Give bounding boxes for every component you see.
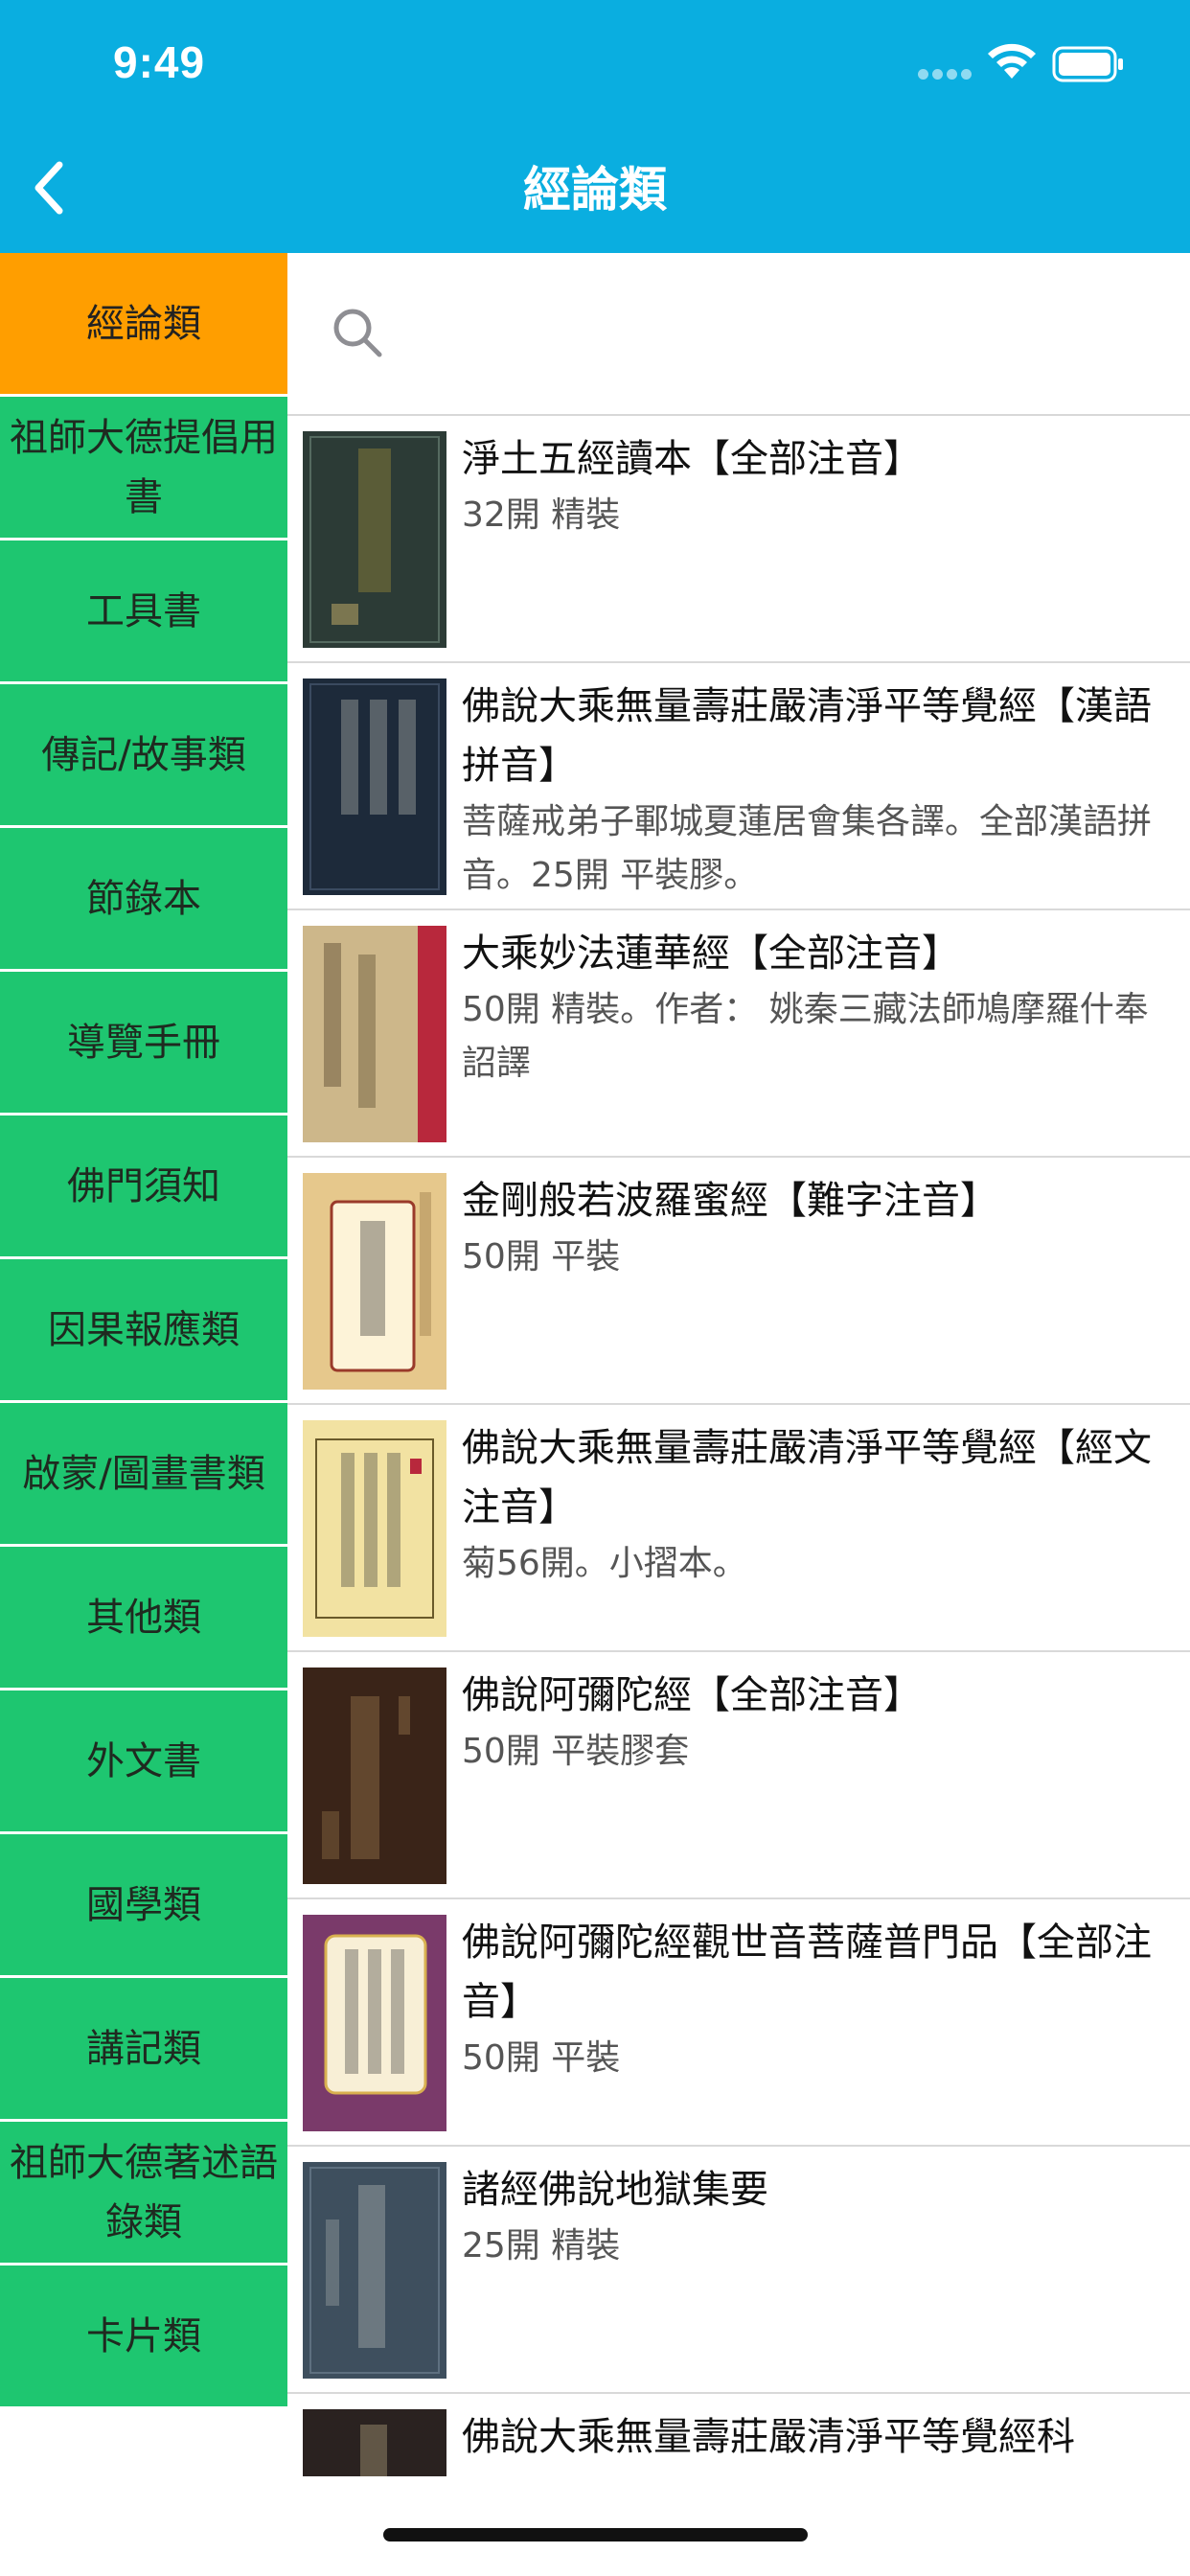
- sidebar-item-karma[interactable]: 因果報應類: [0, 1259, 287, 1403]
- sidebar-item-label: 導覽手冊: [67, 1020, 220, 1065]
- book-cover-image: [303, 926, 446, 1142]
- sidebar-item-sutras[interactable]: 經論類: [0, 253, 287, 397]
- book-cover-image: [303, 1668, 446, 1884]
- home-indicator: [383, 2528, 808, 2542]
- sidebar-item-label: 祖師大德著述語錄類: [10, 2140, 278, 2244]
- sidebar-item-label: 佛門須知: [67, 1163, 220, 1208]
- sidebar-item-cards[interactable]: 卡片類: [0, 2266, 287, 2409]
- book-description: 32開 精裝: [462, 495, 621, 535]
- sidebar-item-guides[interactable]: 導覽手冊: [0, 972, 287, 1116]
- sidebar-item-label: 祖師大德提倡用書: [10, 415, 278, 519]
- sidebar-item-buddhist-notes[interactable]: 佛門須知: [0, 1116, 287, 1259]
- list-item[interactable]: 佛說阿彌陀經【全部注音】 50開 平裝膠套: [287, 1652, 1190, 1899]
- book-title: 佛說大乘無量壽莊嚴清淨平等覺經科: [462, 2415, 1075, 2459]
- list-item[interactable]: 金剛般若波羅蜜經【難字注音】 50開 平裝: [287, 1158, 1190, 1405]
- sidebar-item-label: 國學類: [86, 1882, 201, 1927]
- book-title: 大乘妙法蓮華經【全部注音】: [462, 932, 960, 976]
- book-cover-image: [303, 1420, 446, 1637]
- sidebar-item-label: 工具書: [86, 588, 201, 633]
- book-cover-image: [303, 431, 446, 648]
- sidebar-item-others[interactable]: 其他類: [0, 1547, 287, 1690]
- list-item[interactable]: 諸經佛說地獄集要 25開 精裝: [287, 2147, 1190, 2394]
- sidebar-item-lectures[interactable]: 講記類: [0, 1978, 287, 2122]
- sidebar-item-reference[interactable]: 工具書: [0, 540, 287, 684]
- battery-icon: [1052, 46, 1123, 82]
- sidebar-item-label: 因果報應類: [48, 1307, 240, 1352]
- navigation-header: 9:49 經論類: [0, 0, 1190, 253]
- book-description: 50開 平裝: [462, 1237, 621, 1276]
- book-description: 50開 平裝: [462, 2038, 621, 2078]
- sidebar-item-label: 經論類: [86, 301, 201, 346]
- cellular-signal-icon: [918, 69, 973, 82]
- book-title: 佛說大乘無量壽莊嚴清淨平等覺經【漢語拼音】: [462, 684, 1152, 788]
- list-item[interactable]: 淨土五經讀本【全部注音】 32開 精裝: [287, 416, 1190, 663]
- book-title: 金剛般若波羅蜜經【難字注音】: [462, 1179, 998, 1223]
- search-bar: [287, 253, 1190, 416]
- book-cover-image: [303, 678, 446, 895]
- book-title: 佛說大乘無量壽莊嚴清淨平等覺經【經文注音】: [462, 1426, 1152, 1530]
- sidebar-item-foreign[interactable]: 外文書: [0, 1690, 287, 1834]
- book-cover-image: [303, 2162, 446, 2379]
- book-description: 50開 精裝。作者： 姚秦三藏法師鳩摩羅什奉詔譯: [462, 990, 1149, 1083]
- book-title: 諸經佛說地獄集要: [462, 2168, 768, 2212]
- sidebar-item-biography[interactable]: 傳記/故事類: [0, 684, 287, 828]
- sidebar-item-masters-recommended[interactable]: 祖師大德提倡用書: [0, 397, 287, 540]
- book-title: 佛說阿彌陀經觀世音菩薩普門品【全部注音】: [462, 1920, 1152, 2024]
- sidebar-item-label: 啟蒙/圖畫書類: [22, 1451, 265, 1496]
- book-title: 佛說阿彌陀經【全部注音】: [462, 1673, 922, 1717]
- book-description: 菊56開。小摺本。: [462, 1544, 747, 1583]
- book-description: 菩薩戒弟子鄆城夏蓮居會集各譯。全部漢語拼音。25開 平裝膠。: [462, 802, 1153, 895]
- sidebar-item-label: 傳記/故事類: [41, 732, 246, 777]
- list-item[interactable]: 佛說大乘無量壽莊嚴清淨平等覺經科: [287, 2394, 1190, 2476]
- wifi-icon: [988, 43, 1036, 79]
- sidebar-item-picture-books[interactable]: 啟蒙/圖畫書類: [0, 1403, 287, 1547]
- search-icon: [333, 309, 382, 357]
- sidebar-item-label: 其他類: [86, 1595, 201, 1640]
- book-cover-image: [303, 1915, 446, 2131]
- book-description: 50開 平裝膠套: [462, 1732, 690, 1771]
- sidebar-item-classics[interactable]: 國學類: [0, 1834, 287, 1978]
- list-item[interactable]: 佛說大乘無量壽莊嚴清淨平等覺經【經文注音】 菊56開。小摺本。: [287, 1405, 1190, 1652]
- book-list[interactable]: 淨土五經讀本【全部注音】 32開 精裝 佛說大乘無量壽莊嚴清淨平等覺經【漢語拼音…: [287, 416, 1190, 2476]
- page-title: 經論類: [523, 162, 667, 218]
- sidebar-item-label: 外文書: [86, 1738, 201, 1783]
- sidebar-item-label: 卡片類: [86, 2313, 201, 2358]
- list-item[interactable]: 佛說阿彌陀經觀世音菩薩普門品【全部注音】 50開 平裝: [287, 1899, 1190, 2147]
- status-time: 9:49: [113, 37, 206, 87]
- list-item[interactable]: 大乘妙法蓮華經【全部注音】 50開 精裝。作者： 姚秦三藏法師鳩摩羅什奉詔譯: [287, 910, 1190, 1158]
- book-description: 25開 精裝: [462, 2226, 621, 2266]
- sidebar-item-masters-writings[interactable]: 祖師大德著述語錄類: [0, 2122, 287, 2266]
- sidebar-item-excerpts[interactable]: 節錄本: [0, 828, 287, 972]
- sidebar-item-label: 講記類: [86, 2026, 201, 2071]
- book-title: 淨土五經讀本【全部注音】: [462, 437, 922, 481]
- search-input[interactable]: [402, 291, 1150, 378]
- book-cover-image: [303, 2409, 446, 2476]
- list-item[interactable]: 佛說大乘無量壽莊嚴清淨平等覺經【漢語拼音】 菩薩戒弟子鄆城夏蓮居會集各譯。全部漢…: [287, 663, 1190, 910]
- sidebar-item-label: 節錄本: [86, 876, 201, 921]
- book-cover-image: [303, 1173, 446, 1390]
